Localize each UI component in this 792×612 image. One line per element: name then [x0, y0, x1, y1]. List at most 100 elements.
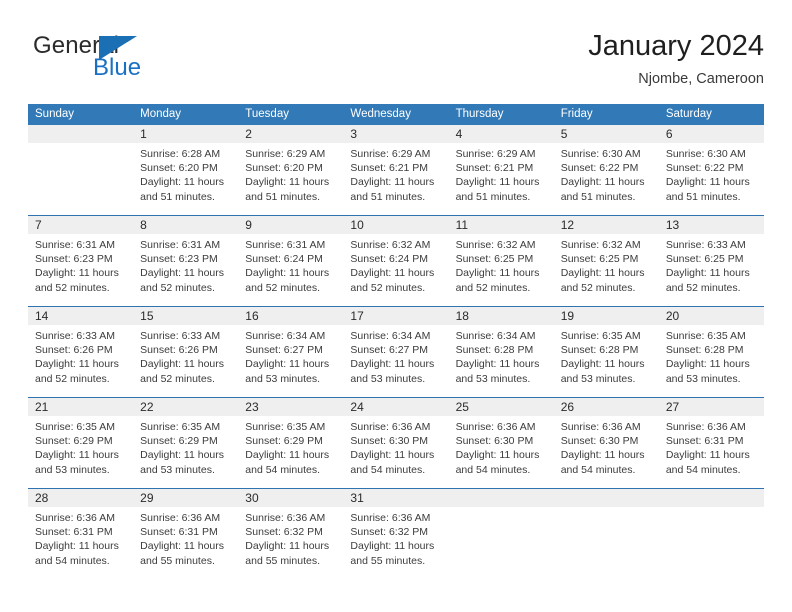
daylight-text-line2: and 52 minutes.	[350, 281, 426, 294]
day-cell[interactable]	[659, 507, 764, 579]
day-number-band: 14 15 16 17 18 19 20	[28, 307, 764, 325]
day-cell[interactable]: Sunrise: 6:31 AM Sunset: 6:24 PM Dayligh…	[238, 234, 343, 306]
day-cell[interactable]: Sunrise: 6:30 AM Sunset: 6:22 PM Dayligh…	[659, 143, 764, 215]
day-number: 25	[455, 400, 469, 414]
day-cell[interactable]: Sunrise: 6:34 AM Sunset: 6:27 PM Dayligh…	[238, 325, 343, 397]
day-number: 23	[245, 400, 259, 414]
day-number: 5	[560, 127, 568, 141]
day-cell[interactable]: Sunrise: 6:36 AM Sunset: 6:30 PM Dayligh…	[449, 416, 554, 488]
day-cell[interactable]: Sunrise: 6:33 AM Sunset: 6:25 PM Dayligh…	[659, 234, 764, 306]
calendar-page: General Blue January 2024 Njombe, Camero…	[0, 0, 792, 612]
sunrise-text: Sunrise: 6:35 AM	[665, 330, 746, 342]
sunrise-text: Sunrise: 6:36 AM	[140, 512, 221, 524]
sunset-text: Sunset: 6:24 PM	[350, 253, 429, 266]
day-cell[interactable]: Sunrise: 6:36 AM Sunset: 6:31 PM Dayligh…	[659, 416, 764, 488]
daylight-text-line1: Daylight: 11 hours	[455, 358, 540, 371]
sunset-text: Sunset: 6:26 PM	[35, 344, 113, 357]
daylight-text-line1: Daylight: 11 hours	[350, 540, 435, 553]
general-blue-logo[interactable]: General Blue	[33, 32, 193, 92]
day-cell[interactable]: Sunrise: 6:35 AM Sunset: 6:29 PM Dayligh…	[133, 416, 238, 488]
sunrise-text: Sunrise: 6:29 AM	[350, 148, 431, 160]
day-cell[interactable]: Sunrise: 6:33 AM Sunset: 6:26 PM Dayligh…	[28, 325, 133, 397]
day-number: 14	[35, 309, 49, 323]
sunrise-text: Sunrise: 6:36 AM	[665, 421, 746, 433]
daylight-text-line2: and 53 minutes.	[665, 372, 741, 385]
sunrise-text: Sunrise: 6:31 AM	[245, 239, 326, 251]
day-cell[interactable]: Sunrise: 6:36 AM Sunset: 6:32 PM Dayligh…	[238, 507, 343, 579]
daylight-text-line2: and 54 minutes.	[455, 463, 531, 476]
sunset-text: Sunset: 6:26 PM	[140, 344, 218, 357]
day-cell[interactable]: Sunrise: 6:36 AM Sunset: 6:31 PM Dayligh…	[133, 507, 238, 579]
daylight-text-line2: and 51 minutes.	[350, 190, 426, 203]
day-cell[interactable]: Sunrise: 6:32 AM Sunset: 6:24 PM Dayligh…	[343, 234, 448, 306]
sunset-text: Sunset: 6:21 PM	[455, 162, 534, 175]
day-cell[interactable]: Sunrise: 6:29 AM Sunset: 6:21 PM Dayligh…	[449, 143, 554, 215]
day-cell[interactable]: Sunrise: 6:31 AM Sunset: 6:23 PM Dayligh…	[28, 234, 133, 306]
sunset-text: Sunset: 6:20 PM	[245, 162, 323, 175]
sunset-text: Sunset: 6:22 PM	[560, 162, 639, 175]
title-block: January 2024 Njombe, Cameroon	[588, 28, 764, 90]
daylight-text-line1: Daylight: 11 hours	[140, 267, 224, 280]
sunset-text: Sunset: 6:25 PM	[455, 253, 534, 266]
daylight-text-line2: and 53 minutes.	[140, 463, 215, 476]
weekday-header-monday: Monday	[140, 108, 182, 120]
day-cell[interactable]: Sunrise: 6:35 AM Sunset: 6:28 PM Dayligh…	[554, 325, 659, 397]
day-number: 17	[350, 309, 364, 323]
day-number: 27	[665, 400, 680, 414]
day-cell[interactable]: Sunrise: 6:35 AM Sunset: 6:29 PM Dayligh…	[238, 416, 343, 488]
day-cell[interactable]: Sunrise: 6:35 AM Sunset: 6:28 PM Dayligh…	[659, 325, 764, 397]
day-cell[interactable]: Sunrise: 6:31 AM Sunset: 6:23 PM Dayligh…	[133, 234, 238, 306]
day-cell[interactable]: Sunrise: 6:36 AM Sunset: 6:30 PM Dayligh…	[554, 416, 659, 488]
day-number: 18	[455, 309, 469, 323]
day-number: 7	[35, 218, 42, 232]
sunset-text: Sunset: 6:21 PM	[350, 162, 429, 175]
day-number: 20	[665, 309, 680, 323]
sunrise-text: Sunrise: 6:35 AM	[560, 330, 641, 342]
day-cell[interactable]: Sunrise: 6:36 AM Sunset: 6:32 PM Dayligh…	[343, 507, 448, 579]
day-cell[interactable]	[554, 507, 659, 579]
day-cell[interactable]: Sunrise: 6:32 AM Sunset: 6:25 PM Dayligh…	[449, 234, 554, 306]
sunset-text: Sunset: 6:28 PM	[455, 344, 534, 357]
day-cell[interactable]: Sunrise: 6:33 AM Sunset: 6:26 PM Dayligh…	[133, 325, 238, 397]
day-number	[449, 489, 554, 507]
sunset-text: Sunset: 6:28 PM	[560, 344, 639, 357]
daylight-text-line1: Daylight: 11 hours	[245, 449, 330, 462]
day-number: 19	[560, 309, 575, 323]
day-cell[interactable]: Sunrise: 6:34 AM Sunset: 6:27 PM Dayligh…	[343, 325, 448, 397]
daylight-text-line2: and 51 minutes.	[245, 190, 320, 203]
weekday-header-saturday: Saturday	[665, 108, 712, 120]
day-cell[interactable]: Sunrise: 6:29 AM Sunset: 6:20 PM Dayligh…	[238, 143, 343, 215]
sunrise-text: Sunrise: 6:35 AM	[245, 421, 326, 433]
sunset-text: Sunset: 6:31 PM	[35, 526, 113, 539]
day-number: 1	[140, 127, 147, 141]
sunrise-text: Sunrise: 6:36 AM	[560, 421, 641, 433]
day-cell[interactable]: Sunrise: 6:34 AM Sunset: 6:28 PM Dayligh…	[449, 325, 554, 397]
day-cell[interactable]	[449, 507, 554, 579]
sunset-text: Sunset: 6:32 PM	[350, 526, 429, 539]
sunset-text: Sunset: 6:23 PM	[140, 253, 218, 266]
day-number	[554, 489, 659, 507]
daylight-text-line1: Daylight: 11 hours	[665, 176, 750, 189]
day-cell[interactable]: Sunrise: 6:30 AM Sunset: 6:22 PM Dayligh…	[554, 143, 659, 215]
day-cell[interactable]: Sunrise: 6:32 AM Sunset: 6:25 PM Dayligh…	[554, 234, 659, 306]
daylight-text-line2: and 53 minutes.	[35, 463, 110, 476]
daylight-text-line2: and 51 minutes.	[140, 190, 215, 203]
day-detail-band: Sunrise: 6:35 AM Sunset: 6:29 PM Dayligh…	[28, 416, 764, 488]
day-cell[interactable]: Sunrise: 6:29 AM Sunset: 6:21 PM Dayligh…	[343, 143, 448, 215]
day-detail-band: Sunrise: 6:33 AM Sunset: 6:26 PM Dayligh…	[28, 325, 764, 397]
day-cell[interactable]: Sunrise: 6:36 AM Sunset: 6:31 PM Dayligh…	[28, 507, 133, 579]
day-cell[interactable]	[28, 143, 133, 215]
sunset-text: Sunset: 6:30 PM	[560, 435, 639, 448]
sunrise-text: Sunrise: 6:31 AM	[140, 239, 221, 251]
daylight-text-line2: and 52 minutes.	[455, 281, 531, 294]
day-cell[interactable]: Sunrise: 6:36 AM Sunset: 6:30 PM Dayligh…	[343, 416, 448, 488]
daylight-text-line1: Daylight: 11 hours	[140, 540, 224, 553]
day-number: 9	[245, 218, 252, 232]
daylight-text-line2: and 52 minutes.	[245, 281, 320, 294]
daylight-text-line2: and 52 minutes.	[140, 372, 215, 385]
day-cell[interactable]: Sunrise: 6:35 AM Sunset: 6:29 PM Dayligh…	[28, 416, 133, 488]
daylight-text-line1: Daylight: 11 hours	[455, 176, 540, 189]
day-cell[interactable]: Sunrise: 6:28 AM Sunset: 6:20 PM Dayligh…	[133, 143, 238, 215]
sunrise-text: Sunrise: 6:34 AM	[350, 330, 431, 342]
daylight-text-line2: and 55 minutes.	[245, 554, 320, 567]
